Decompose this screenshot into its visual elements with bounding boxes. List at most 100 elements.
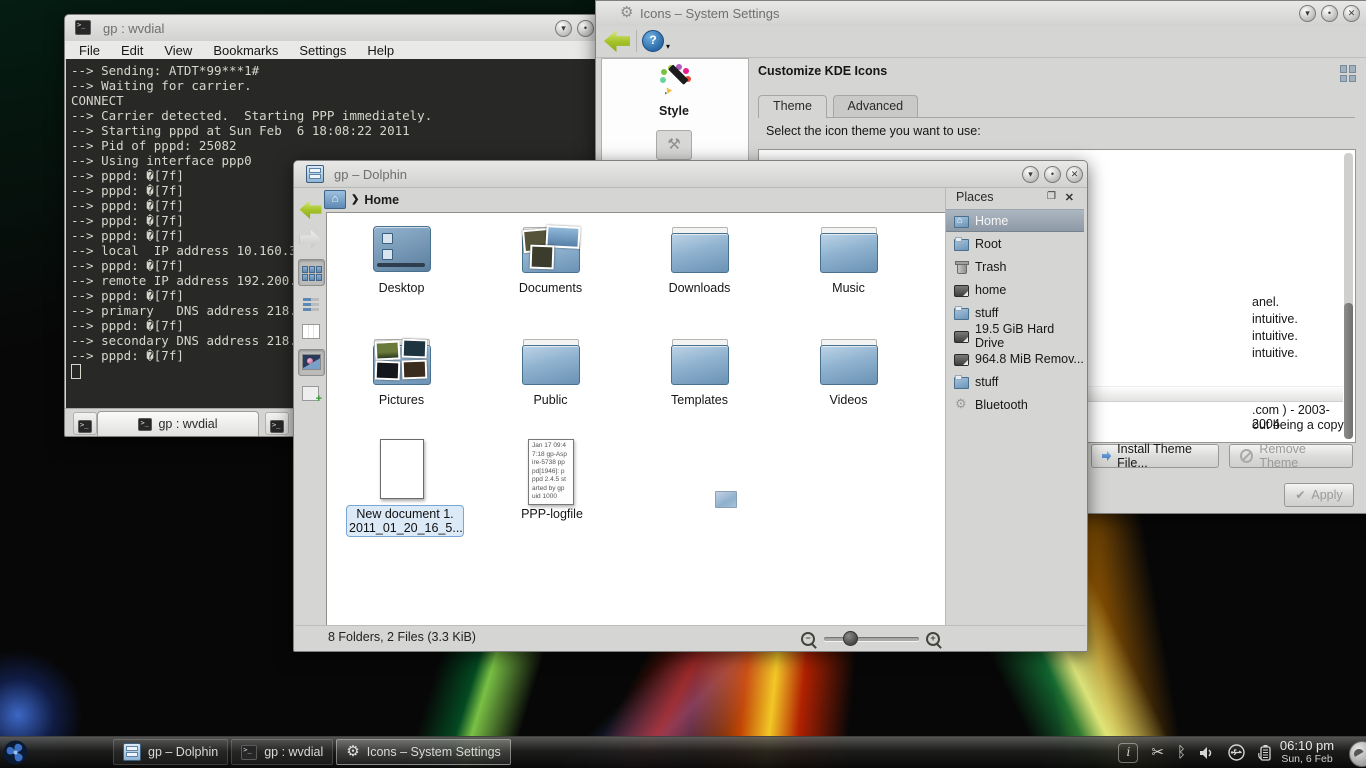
- place-item[interactable]: Home: [946, 209, 1084, 232]
- close-panel-icon[interactable]: ✕: [1065, 191, 1074, 204]
- task-button[interactable]: >_ gp : wvdial: [231, 739, 333, 765]
- menu-item[interactable]: File: [79, 43, 100, 58]
- chevron-down-icon[interactable]: ▾: [666, 42, 670, 51]
- system-settings-titlebar[interactable]: ⚙ Icons – System Settings ▾ • ✕: [596, 1, 1366, 27]
- ppp-logfile-file[interactable]: Jan 17 09:4 7:18 gp-Asp ire-5738 pp pd[1…: [528, 439, 574, 505]
- place-item[interactable]: 964.8 MiB Remov...: [946, 347, 1084, 370]
- place-item[interactable]: Trash: [946, 255, 1084, 278]
- columns-view-button[interactable]: [298, 319, 323, 344]
- place-item[interactable]: Root: [946, 232, 1084, 255]
- folder-icon: [522, 337, 580, 385]
- maximize-button[interactable]: •: [1321, 5, 1338, 22]
- back-button[interactable]: [298, 197, 323, 222]
- place-icon: [954, 352, 969, 365]
- scrollbar[interactable]: [1344, 153, 1353, 439]
- folder-item[interactable]: Downloads: [625, 225, 774, 337]
- terminal-tab[interactable]: >_ gp : wvdial: [97, 411, 259, 436]
- split-view-button[interactable]: [298, 381, 323, 406]
- info-icon[interactable]: i: [1118, 743, 1138, 763]
- place-item[interactable]: 19.5 GiB Hard Drive: [946, 324, 1084, 347]
- back-button[interactable]: [604, 30, 630, 52]
- dolphin-titlebar[interactable]: gp – Dolphin ▾ • ✕: [294, 161, 1087, 188]
- usb-device-icon[interactable]: [1228, 744, 1245, 761]
- maximize-button[interactable]: •: [1044, 166, 1061, 183]
- loading-thumbnail: [715, 491, 737, 508]
- terminal-window-title: gp : wvdial: [103, 21, 164, 36]
- klipper-scissors-icon[interactable]: ✂: [1151, 745, 1164, 761]
- folder-item[interactable]: Templates: [625, 337, 774, 449]
- system-settings-toolbar: ? ▾: [596, 26, 1366, 58]
- home-icon[interactable]: ⌂: [324, 190, 346, 209]
- volume-icon[interactable]: [1199, 746, 1215, 760]
- folder-item[interactable]: Pictures: [327, 337, 476, 449]
- install-theme-button[interactable]: Install Theme File...: [1091, 444, 1219, 468]
- new-document-label-selected[interactable]: New document 1. 2011_01_20_16_5...: [346, 505, 464, 537]
- zoom-slider-handle[interactable]: [843, 631, 858, 646]
- start-logo-icon: [2, 739, 29, 766]
- float-panel-icon[interactable]: ❐: [1047, 191, 1056, 202]
- menu-item[interactable]: Bookmarks: [213, 43, 278, 58]
- zoom-in-icon[interactable]: +: [926, 632, 940, 646]
- place-label: 19.5 GiB Hard Drive: [975, 322, 1084, 350]
- folder-item[interactable]: Public: [476, 337, 625, 449]
- tab[interactable]: Advanced: [833, 95, 919, 117]
- remove-theme-button[interactable]: Remove Theme: [1229, 444, 1353, 468]
- menu-item[interactable]: View: [164, 43, 192, 58]
- file-preview-line: ppd 2.4.5 st: [532, 476, 573, 485]
- close-button[interactable]: ✕: [1343, 5, 1360, 22]
- start-menu-button[interactable]: [2, 739, 29, 766]
- forward-button[interactable]: [298, 227, 323, 252]
- close-button[interactable]: ✕: [1066, 166, 1083, 183]
- apply-button[interactable]: ✔ Apply: [1284, 483, 1354, 507]
- help-button[interactable]: ?: [642, 30, 664, 52]
- folder-item[interactable]: Desktop: [327, 225, 476, 337]
- clock-date: Sun, 6 Feb: [1272, 753, 1342, 765]
- task-button[interactable]: ⚙ Icons – System Settings: [336, 739, 511, 765]
- new-document-file[interactable]: [380, 439, 424, 499]
- menu-item[interactable]: Edit: [121, 43, 143, 58]
- panel-toolbox-cashew-icon[interactable]: [1349, 741, 1366, 767]
- place-item[interactable]: Bluetooth: [946, 393, 1084, 416]
- details-view-button[interactable]: [298, 290, 323, 315]
- folder-item[interactable]: Videos: [774, 337, 923, 449]
- zoom-out-icon[interactable]: −: [801, 632, 815, 646]
- minimize-button[interactable]: ▾: [1022, 166, 1039, 183]
- menu-item[interactable]: Help: [367, 43, 394, 58]
- task-button[interactable]: gp – Dolphin: [113, 739, 228, 765]
- folder-view[interactable]: Desktop Documents: [326, 212, 946, 627]
- bluetooth-icon[interactable]: ᛒ: [1177, 745, 1186, 761]
- folder-label: Desktop: [379, 281, 425, 295]
- icon-grid-button[interactable]: [1340, 65, 1357, 82]
- peripherals-icon[interactable]: ⚒: [656, 130, 692, 160]
- battery-icon[interactable]: [1258, 744, 1272, 761]
- new-tab-button[interactable]: >_: [73, 412, 97, 435]
- folder-icon: [671, 225, 729, 273]
- place-icon: [954, 260, 969, 273]
- theme-list-text-fragment: intuitive.: [1252, 346, 1298, 360]
- maximize-button[interactable]: •: [577, 20, 594, 37]
- place-label: Root: [975, 237, 1001, 251]
- place-label: stuff: [975, 306, 998, 320]
- place-label: 964.8 MiB Remov...: [975, 352, 1084, 366]
- scrollbar-thumb[interactable]: [1344, 303, 1353, 439]
- file-preview-line: 7:18 gp-Asp: [532, 451, 573, 460]
- terminal-titlebar[interactable]: >_ gp : wvdial ▾ •: [65, 15, 601, 42]
- breadcrumb-home[interactable]: Home: [364, 193, 399, 207]
- place-item[interactable]: home: [946, 278, 1084, 301]
- sidebar-item-style[interactable]: Style ⚒: [602, 63, 746, 160]
- preview-toggle-button[interactable]: [298, 349, 325, 376]
- menu-item[interactable]: Settings: [299, 43, 346, 58]
- theme-list-text-fragment: anel.: [1252, 295, 1279, 309]
- folder-item[interactable]: Music: [774, 225, 923, 337]
- place-item[interactable]: stuff: [946, 370, 1084, 393]
- minimize-button[interactable]: ▾: [1299, 5, 1316, 22]
- folder-item[interactable]: Documents: [476, 225, 625, 337]
- tab-list-button[interactable]: >_: [265, 412, 289, 435]
- clock[interactable]: 06:10 pm Sun, 6 Feb: [1272, 738, 1342, 765]
- folder-icon: [820, 225, 878, 273]
- icons-view-button[interactable]: [298, 259, 325, 286]
- tab[interactable]: Theme: [758, 95, 827, 118]
- zoom-slider[interactable]: [824, 637, 919, 641]
- dolphin-window[interactable]: gp – Dolphin ▾ • ✕ ⌂ ❯ Home: [293, 160, 1088, 652]
- minimize-button[interactable]: ▾: [555, 20, 572, 37]
